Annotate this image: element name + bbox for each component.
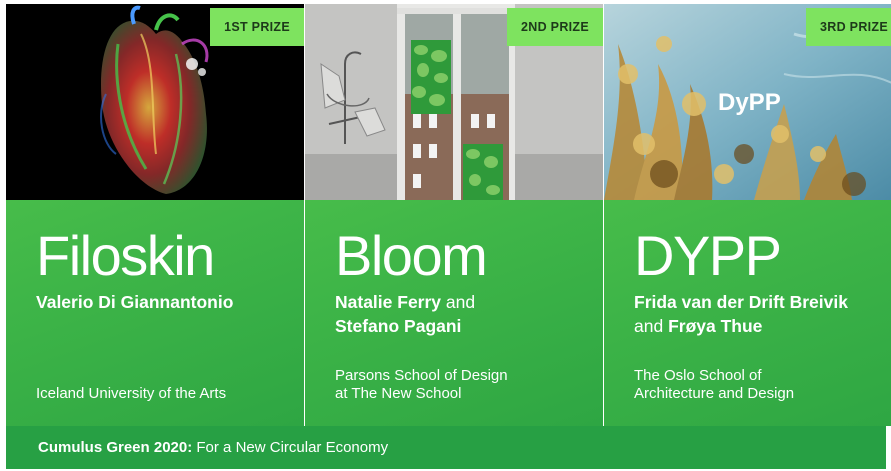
prize-card-dypp[interactable]: DyPP 3RD PRIZE DYPP Frida van der Drift … (604, 4, 891, 426)
school-line: The Oslo School of (634, 367, 762, 384)
designer-name: Frida van der Drift Breivik (634, 292, 848, 312)
school-name: The Oslo School of Architecture and Desi… (634, 367, 891, 403)
prize-card-bloom[interactable]: 2ND PRIZE Bloom Natalie Ferry and Stefan… (305, 4, 603, 426)
school-line: Architecture and Design (634, 385, 795, 402)
prize-card-filoskin[interactable]: 1ST PRIZE Filoskin Valerio Di Giannanton… (6, 4, 304, 426)
school-line: Parsons School of Design (335, 367, 508, 384)
project-title: Bloom (335, 224, 488, 287)
designer-name: Natalie Ferry (335, 292, 442, 312)
designer-name: Valerio Di Giannantonio (36, 292, 234, 312)
prize-badge: 1ST PRIZE (210, 8, 304, 46)
footer-text: Cumulus Green 2020: For a New Circular E… (38, 426, 388, 469)
designer-name: Frøya Thue (668, 316, 763, 336)
designer-name: Stefano Pagani (335, 316, 462, 336)
footer-rest: For a New Circular Economy (192, 439, 389, 456)
school-name: Parsons School of Design at The New Scho… (335, 367, 597, 403)
project-title: DYPP (634, 224, 782, 287)
dypp-logo: DyPP (718, 89, 781, 116)
designer-names: Natalie Ferry and Stefano Pagani (335, 290, 597, 338)
prize-badge: 2ND PRIZE (507, 8, 603, 46)
designer-names: Valerio Di Giannantonio (36, 290, 298, 314)
project-title: Filoskin (36, 224, 215, 287)
name-conjunction: and (634, 316, 669, 336)
school-line: Iceland University of the Arts (36, 385, 227, 402)
name-conjunction: and (441, 292, 476, 312)
designer-names: Frida van der Drift Breivik and Frøya Th… (634, 290, 891, 338)
school-line: at The New School (335, 385, 462, 402)
prize-badge: 3RD PRIZE (806, 8, 891, 46)
footer-bold: Cumulus Green 2020: (38, 439, 193, 456)
school-name: Iceland University of the Arts (36, 385, 298, 403)
prize-grid: 1ST PRIZE Filoskin Valerio Di Giannanton… (0, 0, 891, 471)
footer-banner: Cumulus Green 2020: For a New Circular E… (6, 426, 886, 469)
